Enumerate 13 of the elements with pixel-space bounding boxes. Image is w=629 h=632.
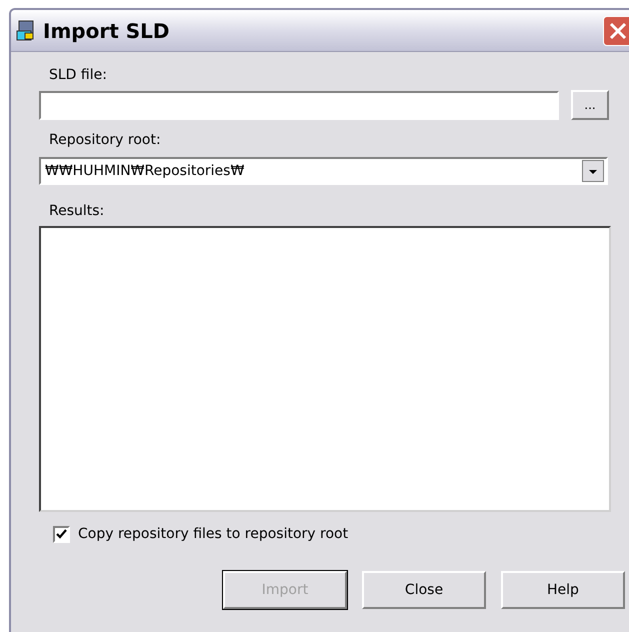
repository-root-dropdown[interactable]: ₩₩HUHMIN₩Repositories₩ (39, 157, 608, 185)
dialog-button[interactable]: Help (501, 571, 625, 609)
close-button[interactable] (603, 16, 629, 46)
field-label: Repository root: (49, 131, 161, 150)
browse-button[interactable]: ... (571, 90, 609, 120)
close-icon (609, 22, 627, 40)
window-title: Import SLD (43, 18, 170, 44)
copy-option-checkbox[interactable]: Copy repository files to repository root (53, 524, 348, 545)
field-label: SLD file: (49, 66, 107, 85)
sld-file-field[interactable] (39, 90, 559, 120)
checkmark-icon (56, 529, 67, 540)
dialog-button[interactable]: Close (362, 571, 486, 609)
field-label: Results: (49, 202, 104, 221)
